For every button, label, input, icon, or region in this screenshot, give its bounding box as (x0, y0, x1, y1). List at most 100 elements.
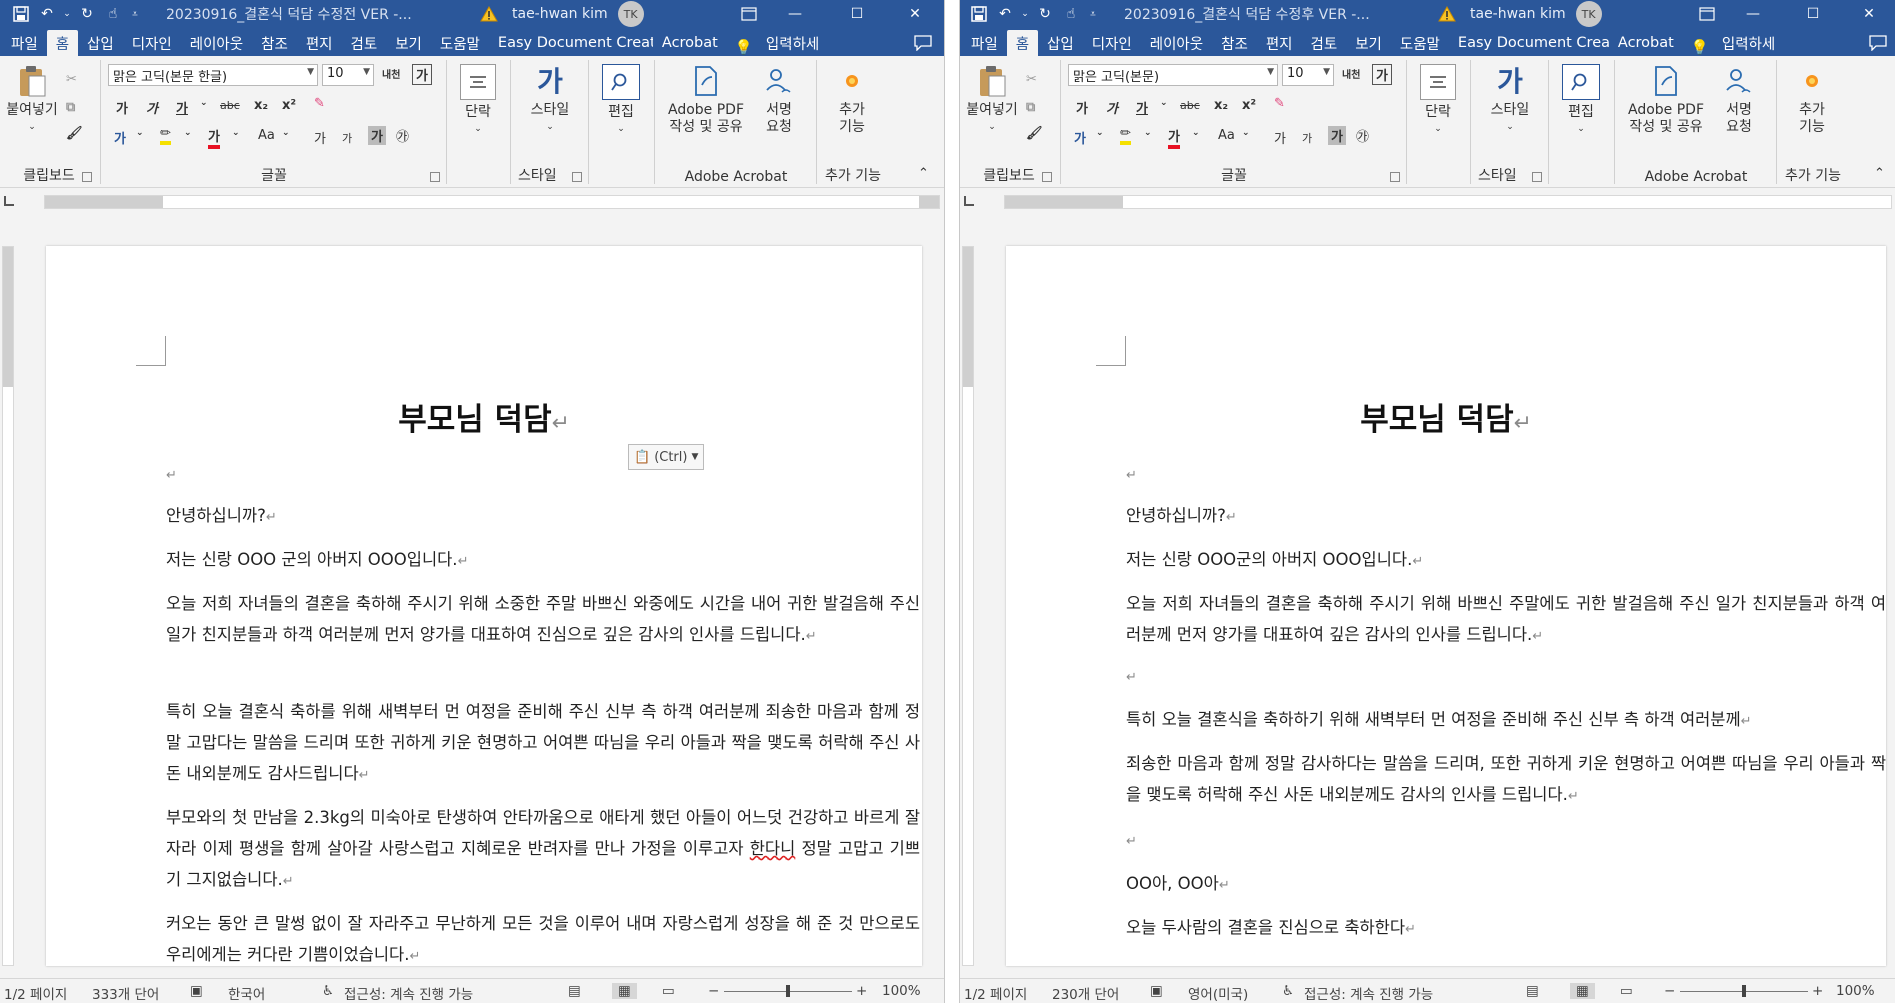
document-page[interactable]: 부모님 덕담↵ 📋 (Ctrl) ▼ ↵ 안녕하십니까?↵ 저는 신랑 OOO … (46, 246, 922, 966)
tab-view[interactable]: 보기 (1346, 30, 1391, 56)
zoom-level[interactable]: 100% (882, 983, 921, 999)
font-size-combo[interactable]: 10 ▼ (322, 64, 374, 86)
minimize-icon[interactable]: — (1730, 0, 1776, 28)
font-name-combo[interactable]: 맑은 고딕(본문 한글) ▼ (108, 64, 318, 86)
tab-acrobat[interactable]: Acrobat (1609, 30, 1683, 56)
format-painter-icon[interactable]: 🖌 (66, 126, 83, 141)
maximize-icon[interactable]: ☐ (834, 0, 880, 28)
underline-dropdown-icon[interactable]: ⌄ (1160, 98, 1168, 108)
tab-home[interactable]: 홈 (1006, 30, 1039, 56)
enclose-characters-button[interactable]: ㉮ (1356, 126, 1369, 145)
highlight-color-icon[interactable]: ✏ (160, 126, 171, 145)
superscript-button[interactable]: x² (282, 98, 296, 113)
shrink-font-button[interactable]: 가 (1302, 130, 1312, 146)
grow-font-button[interactable]: 가 (1274, 128, 1286, 147)
change-case-dropdown-icon[interactable]: ⌄ (282, 128, 290, 138)
styles-button[interactable]: 가 스타일 ⌄ (1482, 64, 1538, 136)
font-color-dropdown-icon[interactable]: ⌄ (232, 128, 240, 138)
tab-help[interactable]: 도움말 (1391, 30, 1449, 56)
page-count[interactable]: 1/2 페이지 (4, 983, 67, 1003)
paragraph-button[interactable]: 단락 ⌄ (452, 64, 504, 138)
tab-selector-icon[interactable] (964, 196, 974, 206)
accessibility-icon[interactable]: ♿ (322, 983, 334, 999)
proofing-icon[interactable]: ▣ (190, 983, 203, 999)
paste-button[interactable]: 붙여넣기 ⌄ (4, 64, 60, 136)
undo-icon[interactable]: ↶ (34, 0, 60, 28)
customize-qat-icon[interactable]: ⩡ (1084, 0, 1102, 28)
styles-launcher-icon[interactable] (1532, 172, 1542, 182)
zoom-level[interactable]: 100% (1836, 983, 1875, 999)
cut-icon[interactable]: ✂ (66, 72, 77, 87)
focus-mode-icon[interactable]: ▤ (568, 983, 581, 999)
editing-button[interactable]: 편집 ⌄ (596, 64, 646, 138)
web-layout-icon[interactable]: ▭ (662, 983, 675, 999)
undo-dropdown-icon[interactable]: ⌄ (60, 0, 74, 28)
tab-home[interactable]: 홈 (46, 30, 79, 56)
tab-review[interactable]: 검토 (342, 30, 387, 56)
tab-layout[interactable]: 레이아웃 (1141, 30, 1212, 56)
zoom-in-icon[interactable]: + (1812, 983, 1823, 999)
copy-icon[interactable]: ⧉ (66, 100, 75, 115)
tab-file[interactable]: 파일 (2, 30, 47, 56)
editing-button[interactable]: 편집 ⌄ (1556, 64, 1606, 138)
tab-references[interactable]: 참조 (1212, 30, 1257, 56)
tab-easy-document-creator[interactable]: Easy Document Creator (489, 30, 653, 56)
tab-acrobat[interactable]: Acrobat (653, 30, 727, 56)
word-count[interactable]: 333개 단어 (92, 983, 159, 1003)
save-icon[interactable] (966, 0, 992, 28)
language[interactable]: 한국어 (228, 983, 265, 1003)
touch-mode-icon[interactable]: ☝ (100, 0, 126, 28)
text-effects-dropdown-icon[interactable]: ⌄ (136, 128, 144, 138)
cut-icon[interactable]: ✂ (1026, 72, 1037, 87)
tab-easy-document-creator[interactable]: Easy Document Creator (1449, 30, 1609, 56)
grow-font-button[interactable]: 가 (314, 128, 326, 147)
tab-mailings[interactable]: 편지 (297, 30, 342, 56)
phonetic-guide-button[interactable]: 내천 (382, 66, 400, 81)
tab-insert[interactable]: 삽입 (78, 30, 123, 56)
tab-view[interactable]: 보기 (386, 30, 431, 56)
tab-design[interactable]: 디자인 (1083, 30, 1141, 56)
enclose-characters-button[interactable]: ㉮ (396, 126, 409, 145)
touch-mode-icon[interactable]: ☝ (1058, 0, 1084, 28)
text-effects-icon[interactable]: 가 (1074, 128, 1086, 147)
horizontal-ruler[interactable] (44, 190, 940, 214)
character-border-button[interactable]: 가 (1372, 64, 1392, 85)
comments-icon[interactable] (914, 30, 932, 56)
phonetic-guide-button[interactable]: 내천 (1342, 66, 1360, 81)
change-case-button[interactable]: Aa (1218, 128, 1235, 143)
paragraph-button[interactable]: 단락 ⌄ (1412, 64, 1464, 138)
tell-me-search[interactable]: 입력하세 (757, 30, 828, 56)
proofing-icon[interactable]: ▣ (1150, 983, 1163, 999)
tab-file[interactable]: 파일 (962, 30, 1007, 56)
user-name[interactable]: tae-hwan kim (512, 6, 608, 22)
warning-icon[interactable] (478, 0, 500, 28)
tell-me-search[interactable]: 입력하세 (1713, 30, 1784, 56)
zoom-out-icon[interactable]: − (708, 983, 719, 999)
copy-icon[interactable]: ⧉ (1026, 100, 1035, 115)
document-page[interactable]: 부모님 덕담↵ ↵ 안녕하십니까?↵ 저는 신랑 OOO군의 아버지 OOO입니… (1006, 246, 1886, 966)
tab-layout[interactable]: 레이아웃 (181, 30, 252, 56)
save-icon[interactable] (8, 0, 34, 28)
close-icon[interactable]: ✕ (892, 0, 938, 28)
highlight-dropdown-icon[interactable]: ⌄ (184, 128, 192, 138)
spelling-error[interactable]: 한다니 (750, 839, 796, 858)
font-color-icon[interactable]: 가 (1168, 126, 1180, 149)
ribbon-display-options-icon[interactable] (726, 0, 772, 28)
create-pdf-button[interactable]: Adobe PDF 작성 및 공유 (664, 64, 748, 136)
undo-icon[interactable]: ↶ (992, 0, 1018, 28)
paste-button[interactable]: 붙여넣기 ⌄ (964, 64, 1020, 136)
comments-icon[interactable] (1869, 30, 1887, 56)
highlight-color-icon[interactable]: ✏ (1120, 126, 1131, 145)
font-name-combo[interactable]: 맑은 고딕(본문) ▼ (1068, 64, 1278, 86)
strikethrough-button[interactable]: abc (1180, 99, 1200, 112)
font-size-combo[interactable]: 10 ▼ (1282, 64, 1334, 86)
lightbulb-icon[interactable]: 💡 (1683, 39, 1713, 56)
strikethrough-button[interactable]: abc (220, 99, 240, 112)
italic-button[interactable]: 가 (1106, 98, 1118, 117)
character-border-button[interactable]: 가 (412, 64, 432, 85)
paste-options-button[interactable]: 📋 (Ctrl) ▼ (628, 444, 705, 470)
vertical-ruler[interactable] (2, 246, 14, 966)
bold-button[interactable]: 가 (116, 98, 128, 117)
underline-button[interactable]: 가 (176, 98, 188, 117)
zoom-out-icon[interactable]: − (1664, 983, 1675, 999)
